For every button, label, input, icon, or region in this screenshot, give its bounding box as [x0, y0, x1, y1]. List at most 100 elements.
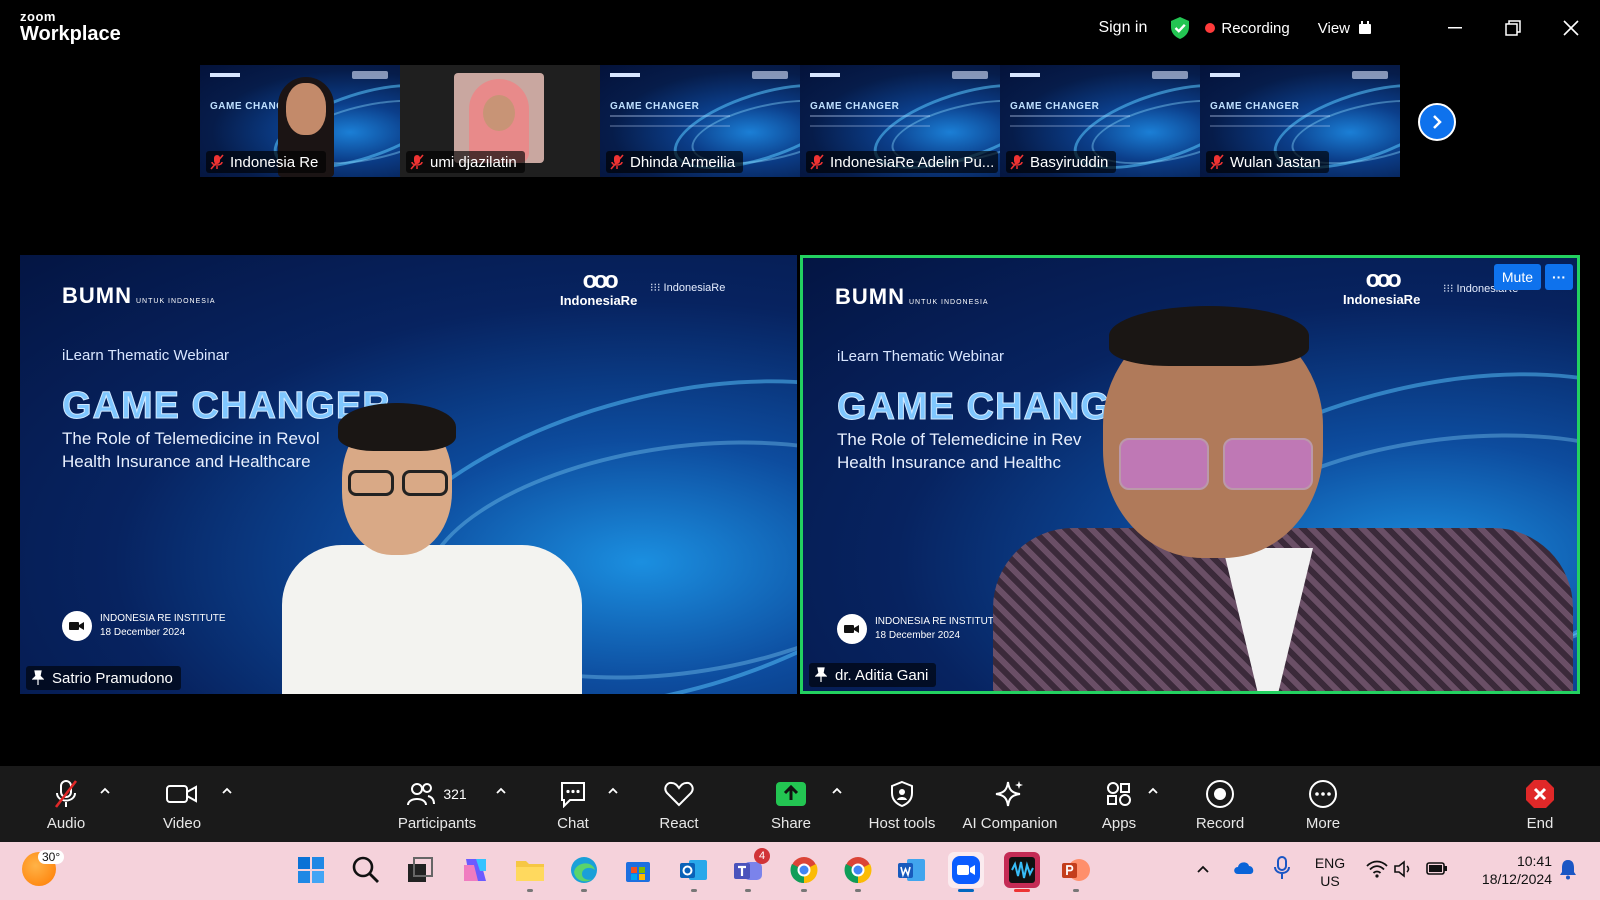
presenter-hair	[338, 403, 456, 451]
chat-bubble-icon	[561, 781, 585, 808]
more-button[interactable]: More	[1298, 766, 1348, 842]
participant-thumbnail[interactable]: GAME CHANGER Dhinda Armeilia	[600, 65, 800, 177]
teams-app[interactable]: 4	[730, 848, 770, 892]
pin-icon	[815, 667, 827, 682]
participants-options-caret-icon[interactable]	[494, 784, 508, 798]
mic-muted-icon	[1210, 154, 1224, 170]
file-explorer-app[interactable]	[512, 852, 548, 892]
notification-bell-icon[interactable]	[1558, 858, 1578, 880]
microphone-tray-icon[interactable]	[1274, 856, 1290, 880]
video-label: Video	[162, 814, 202, 832]
indonesiare-logo	[1152, 71, 1188, 79]
video-tile-left[interactable]: BUMN UNTUK INDONESIA ooo IndonesiaRe ⁝⁝⁝ I…	[20, 255, 797, 694]
participant-name: Indonesia Re	[230, 153, 319, 171]
sign-in-link[interactable]: Sign in	[1098, 19, 1147, 37]
react-button[interactable]: React	[652, 766, 706, 842]
zoom-app-icon	[952, 856, 980, 884]
apps-label: Apps	[1101, 814, 1137, 832]
more-dots-icon	[1309, 779, 1337, 808]
record-button[interactable]: Record	[1190, 766, 1250, 842]
system-clock[interactable]: 10:41 18/12/2024	[1460, 852, 1552, 888]
participant-thumbnail[interactable]: GAME CHANGER IndonesiaRe Adelin Pu...	[800, 65, 1000, 177]
volume-icon[interactable]	[1394, 860, 1414, 878]
restore-button[interactable]	[1484, 0, 1542, 56]
chevron-right-icon	[1433, 115, 1442, 129]
chat-button[interactable]: Chat	[548, 766, 598, 842]
participant-thumbnail[interactable]: GAME CHANGER Indonesia Re	[200, 65, 400, 177]
recording-label: Recording	[1221, 19, 1290, 37]
video-button[interactable]: Video	[150, 766, 214, 842]
participant-name: umi djazilatin	[430, 153, 517, 171]
apps-button[interactable]: Apps	[1094, 766, 1144, 842]
slide-mini-title: GAME CHANGER	[810, 101, 900, 112]
audio-app[interactable]	[1004, 852, 1040, 892]
apps-options-caret-icon[interactable]	[1146, 784, 1160, 798]
mic-muted-icon	[610, 154, 624, 170]
edge-app[interactable]	[566, 852, 602, 892]
slide-footer: INDONESIA RE INSTITUTE 18 December 2024	[837, 614, 1001, 644]
slide-mini-subtitle	[1210, 115, 1330, 127]
audio-button[interactable]: Audio	[34, 766, 98, 842]
tile-more-options-button[interactable]: ···	[1545, 264, 1573, 290]
show-hidden-icons-chevron-icon[interactable]	[1196, 864, 1210, 874]
participant-thumbnail[interactable]: GAME CHANGER Basyiruddin	[1000, 65, 1200, 177]
wifi-icon[interactable]	[1366, 860, 1388, 878]
chrome-profile-app[interactable]	[840, 852, 876, 892]
input-language-indicator[interactable]: ENG US	[1312, 854, 1348, 890]
mute-participant-button[interactable]: Mute	[1493, 264, 1541, 290]
word-icon	[898, 859, 925, 881]
speaker-name: dr. Aditia Gani	[835, 666, 929, 684]
participant-name-tag: Dhinda Armeilia	[606, 151, 744, 173]
zoom-app[interactable]	[948, 852, 984, 892]
recording-indicator[interactable]: Recording	[1205, 19, 1290, 37]
participant-name-tag: Basyiruddin	[1006, 151, 1117, 173]
minimize-button[interactable]	[1426, 0, 1484, 56]
video-options-caret-icon[interactable]	[220, 784, 234, 798]
participant-name-tag: IndonesiaRe Adelin Pu...	[806, 151, 998, 173]
next-page-button[interactable]	[1418, 103, 1456, 141]
end-meeting-button[interactable]: End	[1518, 766, 1562, 842]
participant-face	[286, 83, 326, 135]
chrome-icon	[844, 857, 872, 884]
video-tile-active-speaker[interactable]: BUMN UNTUK INDONESIA ooo IndonesiaRe ⁝⁝⁝ I…	[800, 255, 1580, 694]
copilot-app[interactable]	[457, 852, 493, 888]
taskbar-search-button[interactable]	[348, 852, 384, 888]
chrome-app[interactable]	[786, 852, 822, 892]
end-label: End	[1526, 814, 1554, 832]
share-options-caret-icon[interactable]	[830, 784, 844, 798]
ai-companion-button[interactable]: AI Companion	[960, 766, 1060, 842]
slide-eyebrow: iLearn Thematic Webinar	[837, 348, 1005, 365]
zoom-logo: zoom Workplace	[20, 10, 121, 44]
audio-options-caret-icon[interactable]	[98, 784, 112, 798]
participant-thumbnail[interactable]: GAME CHANGER Wulan Jastan	[1200, 65, 1400, 177]
participants-button[interactable]: 321 Participants	[392, 766, 482, 842]
close-window-button[interactable]	[1542, 0, 1600, 56]
start-button[interactable]	[293, 852, 329, 888]
onedrive-cloud-icon[interactable]	[1232, 858, 1256, 876]
bumn-logo	[810, 73, 840, 77]
view-button[interactable]: View	[1318, 20, 1372, 37]
microsoft-store-app[interactable]	[620, 852, 656, 888]
slide-title: GAME CHANG	[837, 386, 1111, 429]
task-view-button[interactable]	[402, 852, 438, 888]
word-app[interactable]	[894, 852, 930, 888]
close-icon	[1563, 20, 1579, 36]
indonesiare-institute-logo: ⁝⁝⁝ IndonesiaRe	[650, 282, 726, 294]
record-label: Record	[1195, 814, 1245, 832]
security-shield-icon[interactable]	[1169, 16, 1191, 40]
participant-thumbnail[interactable]: umi djazilatin	[400, 65, 600, 177]
battery-icon[interactable]	[1426, 860, 1448, 876]
participants-label: Participants	[397, 814, 477, 832]
camera-icon	[837, 614, 867, 644]
task-view-icon	[408, 857, 433, 882]
slide-description: The Role of Telemedicine in Revol Health …	[62, 429, 320, 471]
pin-icon	[32, 670, 44, 685]
share-button[interactable]: Share	[764, 766, 818, 842]
powerpoint-app[interactable]	[1058, 852, 1094, 892]
host-tools-button[interactable]: Host tools	[864, 766, 940, 842]
chat-options-caret-icon[interactable]	[606, 784, 620, 798]
slide-mini-title: GAME CHANGER	[1010, 101, 1100, 112]
outlook-app[interactable]	[676, 852, 712, 892]
participant-name: Wulan Jastan	[1230, 153, 1321, 171]
glasses	[402, 470, 448, 496]
